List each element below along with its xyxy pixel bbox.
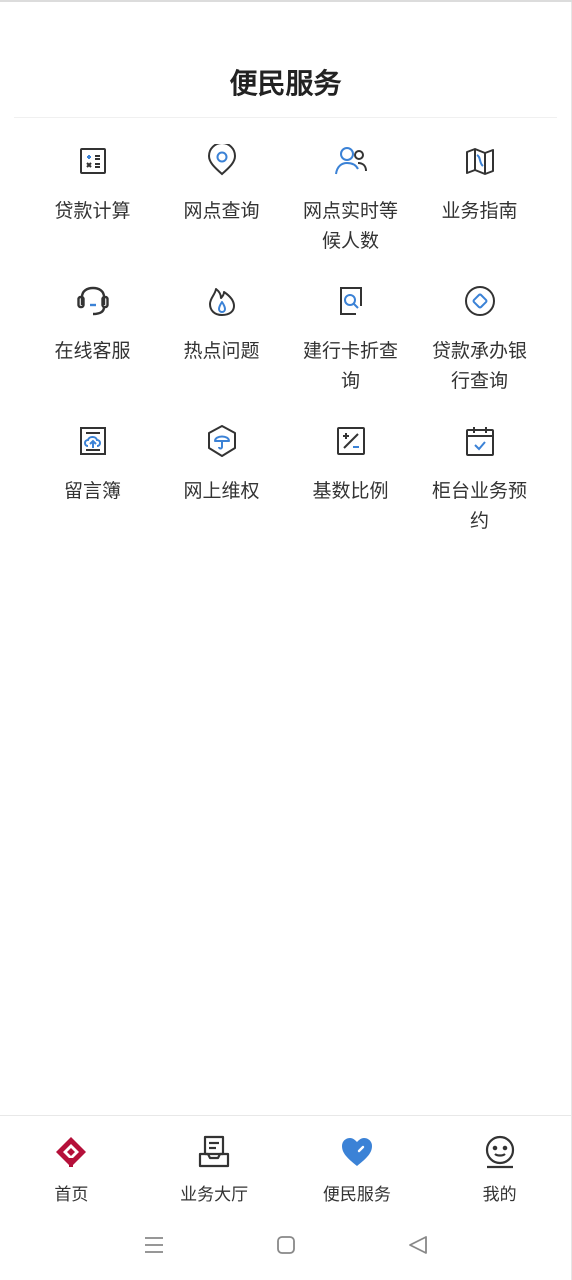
- service-label: 基数比例: [312, 480, 389, 502]
- tab-home[interactable]: 首页: [0, 1116, 143, 1210]
- heart-icon: [339, 1134, 375, 1170]
- service-label: 网点查询: [183, 200, 260, 222]
- title-divider: [14, 117, 557, 118]
- people-icon: [334, 144, 368, 178]
- smiley-user-icon: [482, 1134, 518, 1170]
- back-triangle-icon[interactable]: [407, 1234, 429, 1256]
- tab-business-hall[interactable]: 业务大厅: [143, 1116, 286, 1210]
- service-label: 网上维权: [183, 480, 260, 502]
- service-loan-calculator[interactable]: 贷款计算: [28, 140, 157, 280]
- page-title: 便民服务: [229, 67, 342, 100]
- service-label: 热点问题: [183, 340, 260, 362]
- tab-convenience[interactable]: 便民服务: [286, 1116, 429, 1210]
- service-label: 柜台业务预约: [431, 480, 527, 532]
- bottom-tab-bar: 首页 业务大厅 便民服务 我的: [0, 1115, 571, 1210]
- service-label: 网点实时等候人数: [302, 200, 398, 252]
- home-logo-icon: [53, 1134, 89, 1170]
- service-rights-protection[interactable]: 网上维权: [157, 420, 286, 560]
- app-screen: 便民服务 贷款计算 网点查询 网点实时等候人数 业务指南 在线客服 热点问题 建…: [0, 0, 572, 1280]
- home-square-icon[interactable]: [275, 1234, 297, 1256]
- service-grid: 贷款计算 网点查询 网点实时等候人数 业务指南 在线客服 热点问题 建行卡折查询…: [28, 140, 544, 560]
- service-base-ratio[interactable]: 基数比例: [286, 420, 415, 560]
- calculator-icon: [76, 144, 110, 178]
- service-label: 建行卡折查询: [302, 340, 398, 392]
- system-navigation-bar: [0, 1210, 571, 1280]
- service-card-search[interactable]: 建行卡折查询: [286, 280, 415, 420]
- menu-icon[interactable]: [143, 1234, 165, 1256]
- calendar-check-icon: [463, 424, 497, 458]
- tab-label: 我的: [482, 1185, 517, 1205]
- service-label: 留言簿: [63, 480, 121, 502]
- location-pin-icon: [205, 144, 239, 178]
- message-upload-icon: [76, 424, 110, 458]
- service-branch-search[interactable]: 网点查询: [157, 140, 286, 280]
- service-branch-waiting[interactable]: 网点实时等候人数: [286, 140, 415, 280]
- tab-label: 业务大厅: [180, 1185, 249, 1205]
- umbrella-shield-icon: [205, 424, 239, 458]
- tab-label: 首页: [54, 1185, 89, 1205]
- service-label: 贷款承办银行查询: [431, 340, 527, 392]
- headset-icon: [76, 284, 110, 318]
- plus-minus-icon: [334, 424, 368, 458]
- service-business-guide[interactable]: 业务指南: [415, 140, 544, 280]
- map-icon: [463, 144, 497, 178]
- status-edge: [0, 0, 572, 2]
- card-search-icon: [334, 284, 368, 318]
- tab-mine[interactable]: 我的: [428, 1116, 571, 1210]
- service-hot-issues[interactable]: 热点问题: [157, 280, 286, 420]
- service-loan-bank-search[interactable]: 贷款承办银行查询: [415, 280, 544, 420]
- service-online-support[interactable]: 在线客服: [28, 280, 157, 420]
- inbox-hall-icon: [196, 1134, 232, 1170]
- service-counter-booking[interactable]: 柜台业务预约: [415, 420, 544, 560]
- service-label: 贷款计算: [54, 200, 131, 222]
- fire-icon: [205, 284, 239, 318]
- service-guestbook[interactable]: 留言簿: [28, 420, 157, 560]
- service-label: 在线客服: [54, 340, 131, 362]
- service-label: 业务指南: [441, 200, 518, 222]
- diamond-circle-icon: [463, 284, 497, 318]
- tab-label: 便民服务: [322, 1185, 391, 1205]
